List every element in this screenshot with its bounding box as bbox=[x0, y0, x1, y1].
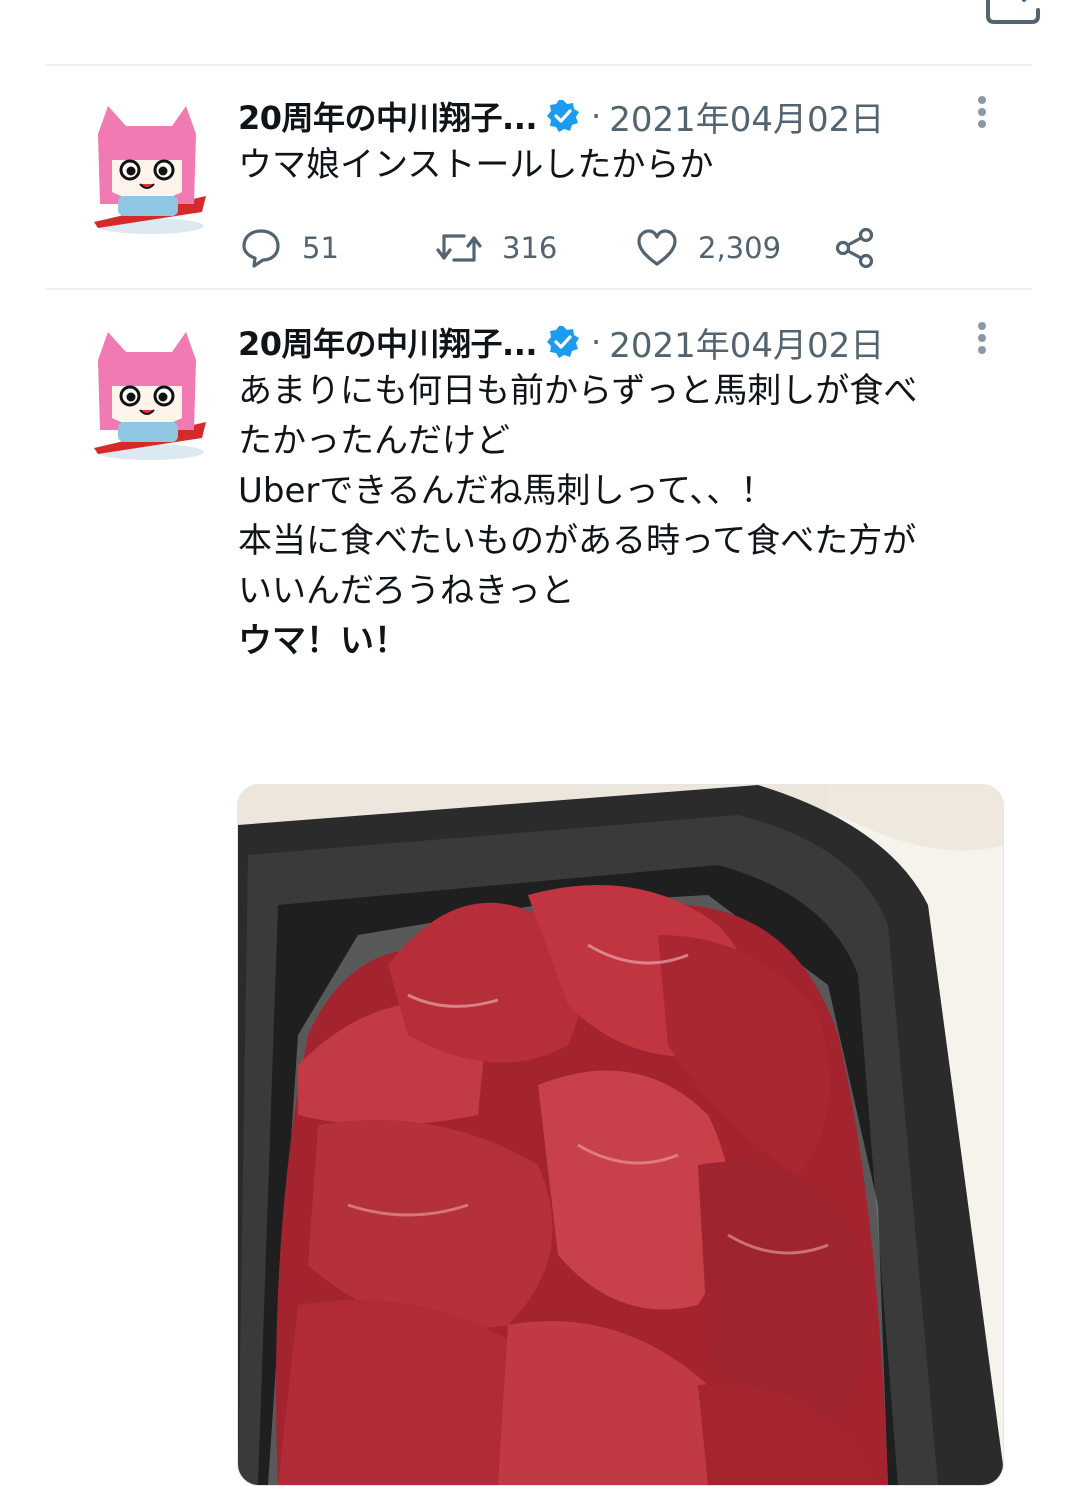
tweet-header: 20周年の中川翔子... · 2021年04月02日 bbox=[238, 93, 884, 140]
divider-top bbox=[45, 64, 1032, 66]
like-count: 2,309 bbox=[698, 231, 782, 265]
separator-dot: · bbox=[591, 97, 602, 135]
retweet-icon bbox=[436, 228, 482, 268]
tweet-text-line: 本当に食べたいものがある時って食べた方が bbox=[238, 521, 917, 561]
divider-middle bbox=[45, 288, 1032, 290]
tweet-text-line: たかったんだけど bbox=[238, 421, 510, 461]
tweet-date[interactable]: 2021年04月02日 bbox=[609, 92, 884, 141]
tweet-text: あまりにも何日も前からずっと馬刺しが食べ たかったんだけど Uberできるんだね… bbox=[238, 366, 998, 666]
verified-badge-icon bbox=[545, 98, 581, 134]
tweet-text-line: いいんだろうねきっと bbox=[238, 571, 575, 611]
more-vertical-icon[interactable] bbox=[970, 322, 994, 362]
retweet-count: 316 bbox=[502, 231, 558, 265]
like-button[interactable]: 2,309 bbox=[636, 224, 781, 272]
tweet-text-line: Uberできるんだね馬刺しって、、！ bbox=[238, 471, 775, 511]
tweet-text-bold-line: ウマ！い！ bbox=[238, 621, 408, 661]
tweet-text-line: あまりにも何日も前からずっと馬刺しが食べ bbox=[238, 371, 918, 411]
reply-count: 51 bbox=[302, 231, 339, 265]
author-name[interactable]: 20周年の中川翔子... bbox=[238, 319, 538, 365]
tweet-text: ウマ娘インストールしたからか bbox=[238, 140, 998, 190]
more-vertical-icon[interactable] bbox=[970, 96, 994, 136]
verified-badge-icon bbox=[545, 324, 581, 360]
reply-bubble-icon bbox=[240, 227, 282, 269]
avatar[interactable] bbox=[94, 104, 210, 234]
reply-button[interactable]: 51 bbox=[240, 224, 339, 272]
tweet-photo[interactable] bbox=[237, 784, 1004, 1486]
retweet-button[interactable]: 316 bbox=[436, 224, 557, 272]
avatar[interactable] bbox=[94, 330, 210, 460]
tweet-text-line: ウマ娘インストールしたからか bbox=[238, 145, 714, 185]
tweet-header: 20周年の中川翔子... · 2021年04月02日 bbox=[238, 319, 884, 366]
author-name[interactable]: 20周年の中川翔子... bbox=[238, 93, 538, 139]
tweet-actions: 51 316 2,309 bbox=[240, 224, 940, 272]
share-button[interactable] bbox=[834, 224, 876, 272]
compose-icon[interactable] bbox=[984, 0, 1044, 24]
share-icon bbox=[834, 227, 876, 269]
tweet-date[interactable]: 2021年04月02日 bbox=[609, 318, 884, 367]
separator-dot: · bbox=[591, 323, 602, 361]
heart-icon bbox=[636, 228, 678, 268]
